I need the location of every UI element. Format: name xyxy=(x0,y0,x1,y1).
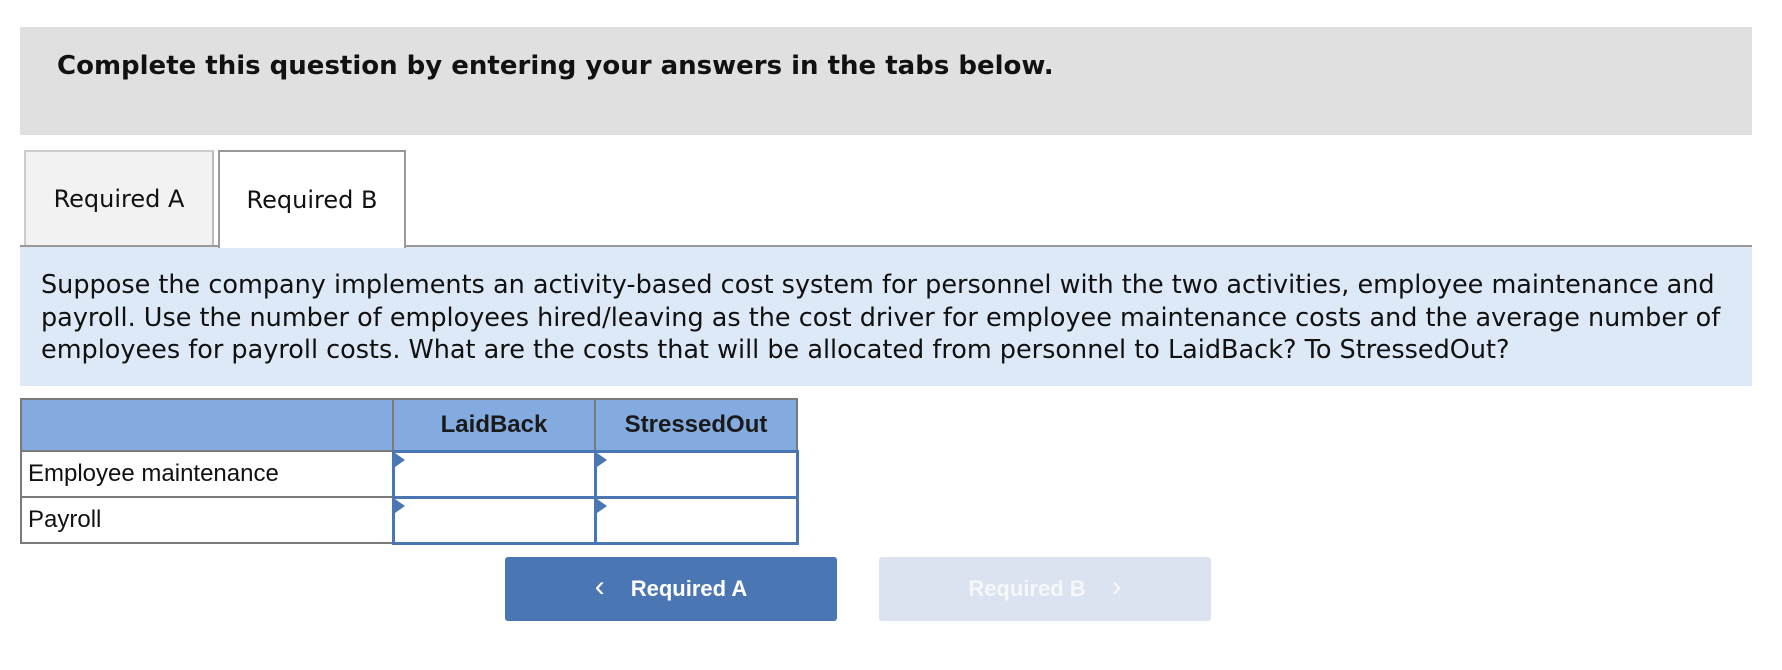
input-marker-icon xyxy=(596,498,607,513)
instructions-banner: Complete this question by entering your … xyxy=(20,27,1752,135)
next-required-b-button[interactable]: Required B › xyxy=(879,557,1211,621)
row-label-employee-maintenance: Employee maintenance xyxy=(20,450,394,498)
table-header-row: LaidBack StressedOut xyxy=(20,398,798,452)
input-marker-icon xyxy=(394,452,405,467)
employee-maintenance-stressedout-input[interactable] xyxy=(596,454,796,494)
answer-table: LaidBack StressedOut Employee maintenanc… xyxy=(20,398,799,545)
prev-required-a-button[interactable]: ‹ Required A xyxy=(505,557,837,621)
employee-maintenance-laidback-input[interactable] xyxy=(394,454,594,494)
cell-payroll-stressedout[interactable] xyxy=(593,495,799,545)
instructions-text: Complete this question by entering your … xyxy=(57,51,1054,81)
input-marker-icon xyxy=(394,498,405,513)
question-panel: Suppose the company implements an activi… xyxy=(20,247,1752,386)
next-button-label: Required B xyxy=(968,576,1086,601)
cell-payroll-laidback[interactable] xyxy=(391,495,597,545)
cell-employee-maintenance-laidback[interactable] xyxy=(391,449,597,499)
tab-required-b[interactable]: Required B xyxy=(218,150,406,248)
column-header-blank xyxy=(20,398,394,452)
table-row: Payroll xyxy=(20,495,799,545)
cell-employee-maintenance-stressedout[interactable] xyxy=(593,449,799,499)
payroll-stressedout-input[interactable] xyxy=(596,500,796,540)
chevron-left-icon: ‹ xyxy=(594,570,605,603)
question-text: Suppose the company implements an activi… xyxy=(41,270,1721,365)
prev-button-label: Required A xyxy=(630,576,748,601)
payroll-laidback-input[interactable] xyxy=(394,500,594,540)
chevron-right-icon: › xyxy=(1111,570,1122,603)
input-marker-icon xyxy=(596,452,607,467)
column-header-laidback: LaidBack xyxy=(392,398,596,452)
tab-required-a[interactable]: Required A xyxy=(24,150,214,245)
table-row: Employee maintenance xyxy=(20,449,799,499)
row-label-payroll: Payroll xyxy=(20,496,394,544)
tab-bar: Required A Required B xyxy=(24,150,406,248)
column-header-stressedout: StressedOut xyxy=(594,398,798,452)
